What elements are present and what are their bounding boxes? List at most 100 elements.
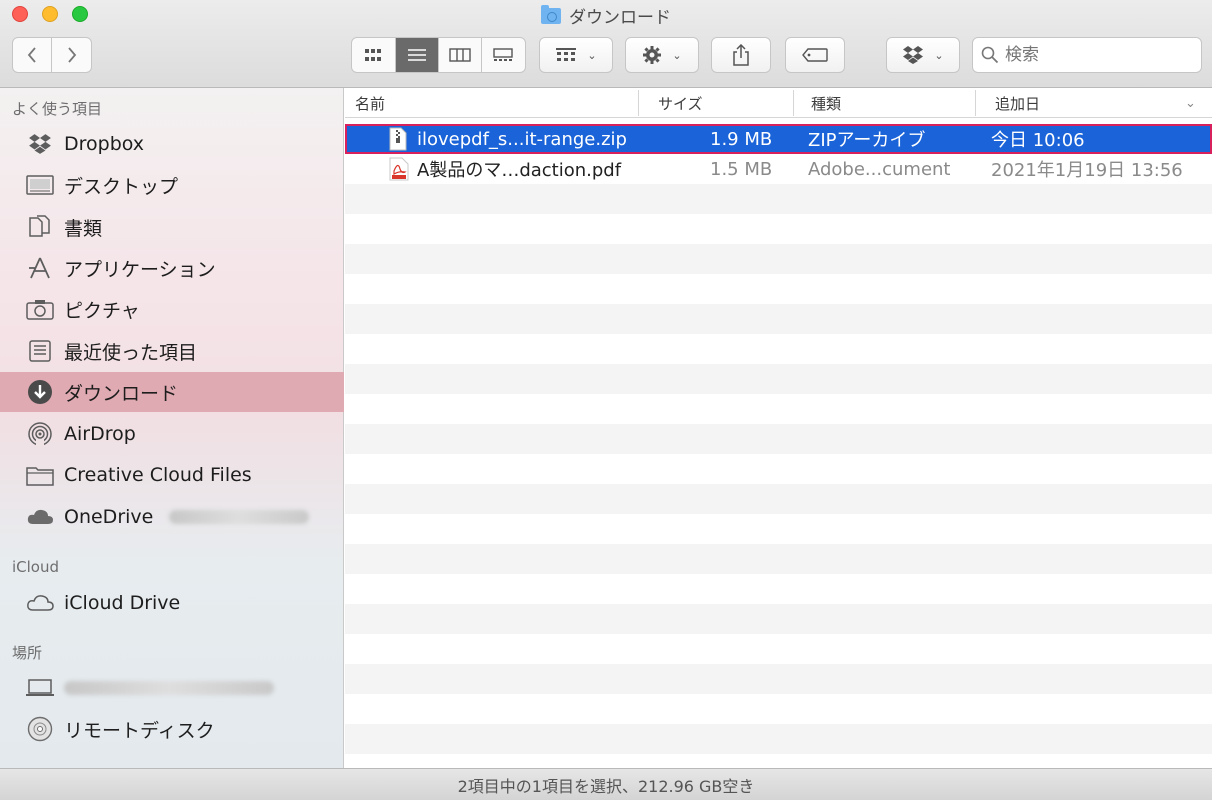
window-title-text: ダウンロード [569,8,671,28]
column-divider[interactable] [975,90,976,116]
disc-icon [24,716,56,742]
gallery-view-icon [493,48,513,61]
file-date-added: 2021年1月19日 13:56 [991,160,1183,181]
column-header-name[interactable]: 名前 [355,88,385,118]
dropbox-toolbar-button[interactable]: ⌄ [886,37,960,73]
status-text: 2項目中の1項目を選択、212.96 GB空き [457,776,755,796]
sidebar-item-dropbox[interactable]: Dropbox [0,124,344,164]
empty-row [345,184,1212,214]
empty-row [345,364,1212,394]
chevron-down-icon: ⌄ [672,48,682,62]
sidebar-item-label: AirDrop [64,423,136,445]
file-name: ilovepdf_s...it-range.zip [417,128,627,150]
empty-row [345,424,1212,454]
documents-icon [24,215,56,239]
search-icon [981,46,999,64]
forward-button[interactable] [52,38,91,72]
sidebar-item-label: iCloud Drive [64,592,181,614]
file-size: 1.5 MB [710,158,773,180]
empty-row [345,574,1212,604]
column-divider[interactable] [638,90,639,116]
sidebar-item-documents[interactable]: 書類 [0,207,344,247]
dropbox-icon [24,132,56,156]
empty-row [345,544,1212,574]
list-view-icon [407,49,426,61]
icon-view-button[interactable] [352,38,396,72]
back-button[interactable] [13,38,52,72]
file-kind: Adobe...cument [808,158,951,180]
column-divider[interactable] [793,90,794,116]
column-header-size[interactable]: サイズ [658,88,703,118]
column-header-kind[interactable]: 種類 [811,88,841,118]
gear-icon [643,46,662,64]
sidebar-item-pictures[interactable]: ピクチャ [0,289,344,329]
laptop-icon [24,676,56,700]
file-date-added: 今日 10:06 [991,130,1085,151]
file-row[interactable]: A製品のマ…daction.pdf 1.5 MB Adobe...cument … [345,154,1212,184]
sidebar-item-creative-cloud[interactable]: Creative Cloud Files [0,455,344,495]
action-menu-button[interactable]: ⌄ [625,37,699,73]
column-view-button[interactable] [439,38,482,72]
cloud-icon [24,505,56,529]
sidebar-section-favorites: よく使う項目 [12,100,103,118]
desktop-icon [24,173,56,197]
sidebar-item-label: Dropbox [64,133,145,155]
icloud-icon [24,591,56,615]
file-row[interactable]: ilovepdf_s...it-range.zip 1.9 MB ZIPアーカイ… [345,124,1212,154]
recents-icon [24,339,56,363]
sidebar-item-airdrop[interactable]: AirDrop [0,414,344,454]
sidebar-item-recents[interactable]: 最近使った項目 [0,331,344,371]
group-by-button[interactable]: ⌄ [539,37,613,73]
folder-icon [24,463,56,487]
chevron-right-icon [67,47,76,63]
sidebar-item-applications[interactable]: アプリケーション [0,248,344,288]
sidebar-item-icloud-drive[interactable]: iCloud Drive [0,583,344,623]
empty-row [345,604,1212,634]
zip-file-icon [389,124,407,154]
column-header-date-added[interactable]: 追加日 [995,88,1040,118]
sidebar-item-desktop[interactable]: デスクトップ [0,165,344,205]
column-view-icon [449,48,471,62]
chevron-down-icon: ⌄ [934,48,944,62]
empty-row [345,664,1212,694]
tags-button[interactable] [785,37,845,73]
group-by-icon [556,48,577,61]
status-bar: 2項目中の1項目を選択、212.96 GB空き [0,768,1212,800]
sidebar-item-this-mac[interactable] [0,668,344,708]
sidebar-item-downloads[interactable]: ダウンロード [0,372,344,412]
gallery-view-button[interactable] [482,38,525,72]
chevron-down-icon: ⌄ [587,48,597,62]
search-input[interactable] [1005,45,1185,65]
share-button[interactable] [711,37,771,73]
sidebar-item-label: デスクトップ [64,175,179,198]
sidebar-item-remote-disc[interactable]: リモートディスク [0,709,344,749]
view-mode-control [351,37,526,73]
applications-icon [24,256,56,280]
window-title: ダウンロード [0,3,1212,28]
empty-row [345,214,1212,244]
pdf-file-icon [389,154,409,184]
empty-row [345,304,1212,334]
sidebar-item-onedrive[interactable]: OneDrive [0,497,344,537]
empty-row [345,274,1212,304]
list-header: 名前 サイズ 種類 追加日 ⌄ [345,88,1212,118]
empty-row [345,694,1212,724]
icon-view-icon [365,49,382,61]
redacted-computer-name [64,681,274,695]
downloads-folder-icon [541,4,561,24]
sidebar: よく使う項目 Dropbox デスクトップ 書類 アプリケーション ピクチャ 最… [0,88,344,768]
search-field[interactable] [972,37,1202,73]
file-kind: ZIPアーカイブ [808,130,926,151]
redacted-account-name [169,510,310,524]
empty-row [345,244,1212,274]
sidebar-item-label: 書類 [64,217,103,240]
share-icon [733,44,749,66]
empty-row [345,334,1212,364]
sidebar-item-label: ピクチャ [64,299,140,322]
tag-icon [802,48,828,62]
download-icon [24,380,56,404]
file-name: A製品のマ…daction.pdf [417,160,622,181]
list-view-button[interactable] [395,38,439,72]
sort-chevron-down-icon[interactable]: ⌄ [1185,88,1196,118]
empty-row [345,724,1212,754]
